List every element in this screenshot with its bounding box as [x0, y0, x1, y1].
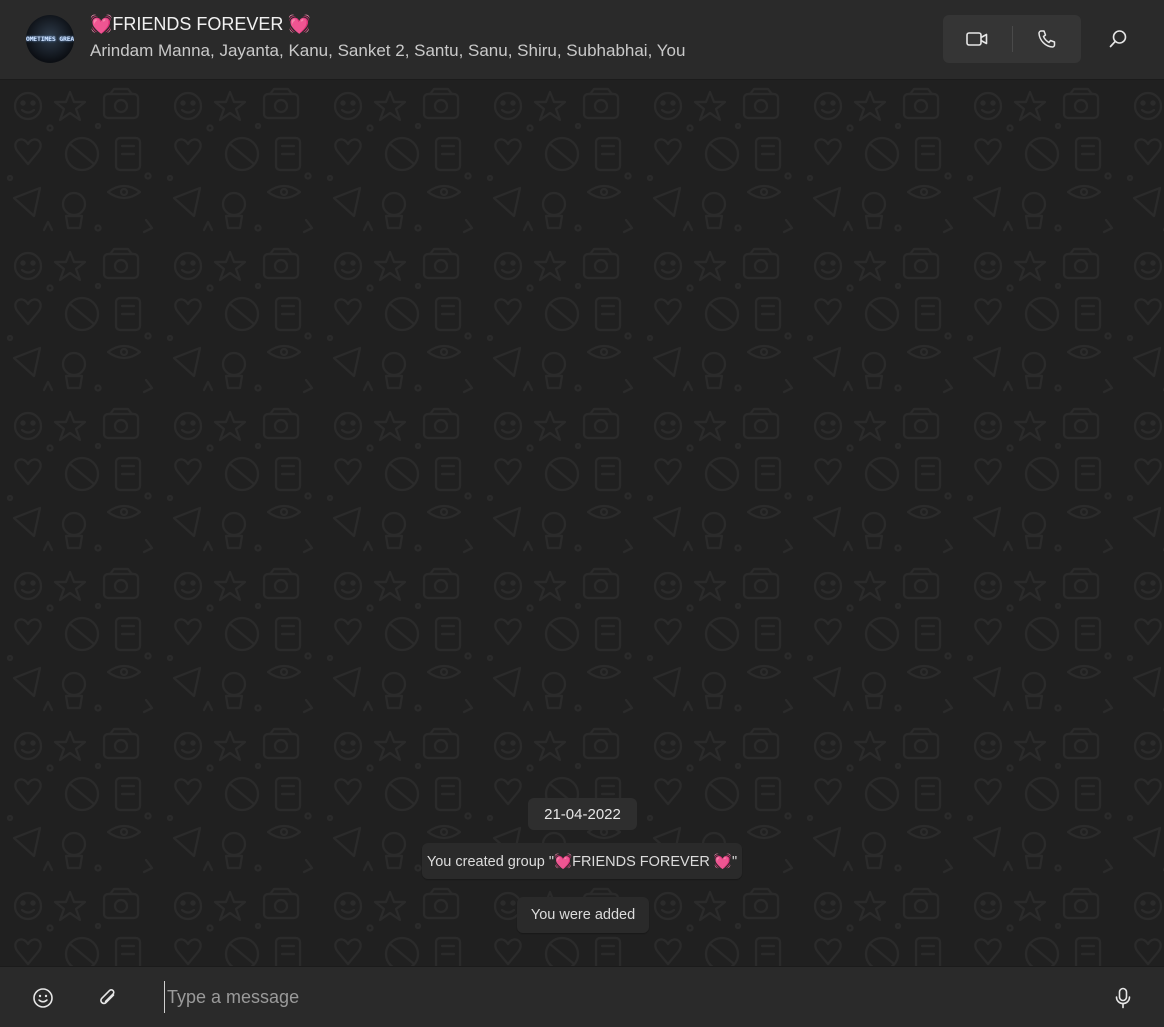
group-avatar[interactable]: SOMETIMES GREAT	[26, 15, 74, 63]
voice-message-button[interactable]	[1108, 982, 1138, 1014]
date-separator: 21-04-2022	[528, 798, 637, 830]
group-participants[interactable]: Arindam Manna, Jayanta, Kanu, Sanket 2, …	[90, 41, 685, 61]
call-button-group	[943, 15, 1081, 63]
message-composer	[0, 966, 1164, 1027]
emoji-button[interactable]	[28, 983, 58, 1013]
chat-wallpaper	[0, 80, 1164, 966]
paperclip-icon	[100, 989, 115, 1005]
search-button[interactable]	[1100, 22, 1136, 56]
phone-icon	[1038, 30, 1055, 48]
attach-button[interactable]	[93, 983, 123, 1013]
video-call-button[interactable]	[943, 15, 1012, 63]
system-message-group-created: You created group "💓FRIENDS FOREVER 💓"	[422, 843, 742, 879]
chat-header: SOMETIMES GREAT 💓FRIENDS FOREVER 💓 Arind…	[0, 0, 1164, 80]
avatar-text: SOMETIMES GREAT	[26, 35, 74, 43]
video-camera-icon	[966, 32, 988, 46]
voice-call-button[interactable]	[1013, 15, 1082, 63]
search-icon	[1109, 30, 1127, 48]
group-title[interactable]: 💓FRIENDS FOREVER 💓	[90, 14, 311, 35]
microphone-icon	[1115, 987, 1131, 1009]
emoji-icon	[33, 988, 53, 1008]
message-input[interactable]	[164, 981, 1064, 1013]
chat-area[interactable]: 21-04-2022 You created group "💓FRIENDS F…	[0, 80, 1164, 966]
system-message-you-added: You were added	[517, 897, 649, 933]
